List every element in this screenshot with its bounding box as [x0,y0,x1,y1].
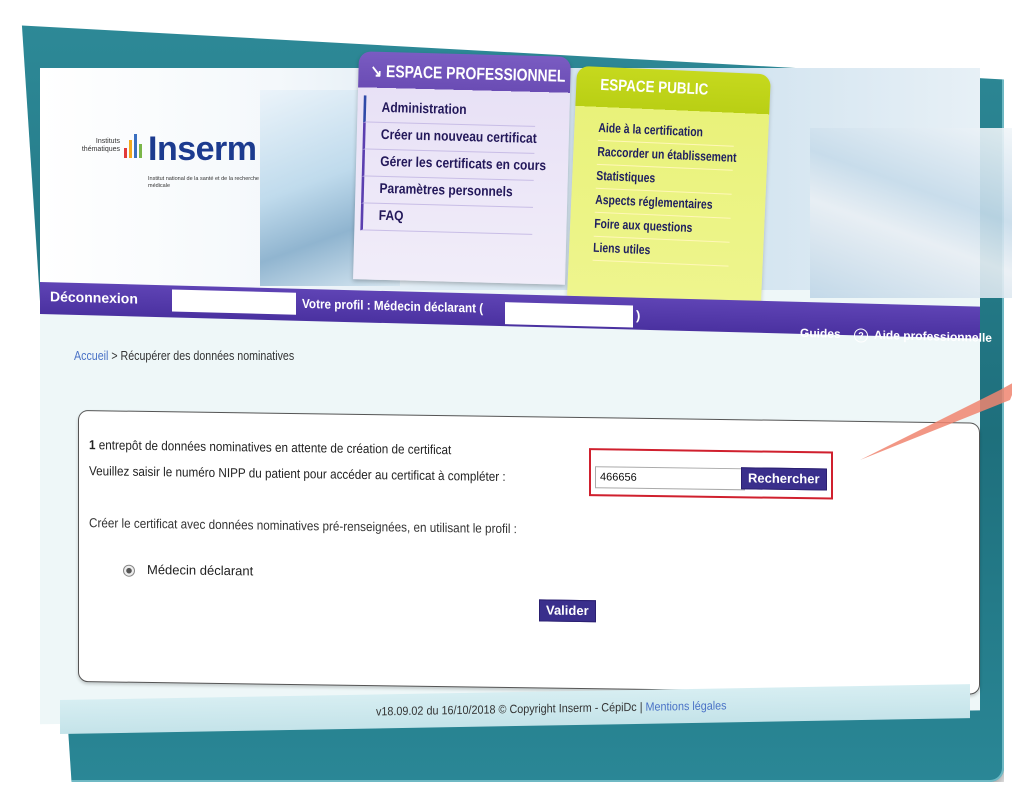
search-button[interactable]: Rechercher [741,467,827,491]
logo-name: Inserm [148,130,257,168]
nipp-instruction: Veuillez saisir le numéro NIPP du patien… [89,463,506,484]
public-space-list: Aide à la certification Raccorder un éta… [592,116,769,268]
pro-space-list: Administration Créer un nouveau certific… [360,95,563,235]
radio-button[interactable] [123,564,135,577]
username-redacted [172,289,296,315]
pro-space-title[interactable]: ↘ ESPACE PROFESSIONNEL [370,62,565,87]
profile-instruction: Créer le certificat avec données nominat… [89,515,517,537]
pending-count-text: 1 entrepôt de données nominatives en att… [89,437,451,457]
callout-arrow [860,383,1012,460]
breadcrumb-separator: > [108,348,121,363]
profile-name-redacted [505,302,633,328]
pro-space-menu: ↘ ESPACE PROFESSIONNEL Administration Cr… [353,51,571,285]
breadcrumb-home-link[interactable]: Accueil [74,348,108,363]
legal-link[interactable]: Mentions légales [646,698,727,713]
logo-subtitle: Institut national de la santé et de la r… [148,176,259,189]
footer-text: v18.09.02 du 16/10/2018 © Copyright Inse… [376,698,727,718]
menu-item-faq[interactable]: FAQ [360,203,533,235]
profile-option[interactable]: Médecin déclarant [123,561,254,579]
content-panel: 1 entrepôt de données nominatives en att… [78,410,980,695]
radio-label: Médecin déclarant [147,561,254,579]
help-link[interactable]: Aide professionnelle [874,328,992,345]
pending-description: entrepôt de données nominatives en atten… [95,437,452,458]
menu-item-useful-links[interactable]: Liens utiles [592,236,730,267]
public-space-title[interactable]: ESPACE PUBLIC [600,77,709,100]
profile-label: Votre profil : Médecin déclarant ( [302,295,484,316]
help-icon: ? [854,328,869,343]
version-text: v18.09.02 du 16/10/2018 © Copyright Inse… [376,699,646,719]
breadcrumb-current: Récupérer des données nominatives [120,348,295,363]
profile-close-paren: ) [636,307,641,323]
pro-space-title-text: ESPACE PROFESSIONNEL [385,61,566,86]
logo-bars-icon [124,134,144,158]
logo-instituts-text: Instituts thématiques [81,138,120,153]
public-space-menu: ESPACE PUBLIC Aide à la certification Ra… [567,65,771,305]
header-photo-right [810,128,1012,298]
nipp-input[interactable] [595,466,745,491]
guides-link[interactable]: Guides [800,326,841,341]
arrow-icon: ↘ [370,61,387,81]
logout-link[interactable]: Déconnexion [50,288,138,306]
breadcrumb: Accueil > Récupérer des données nominati… [74,348,294,363]
inserm-logo[interactable]: Instituts thématiques Inserm Institut na… [62,120,262,210]
validate-button[interactable]: Valider [539,599,596,623]
